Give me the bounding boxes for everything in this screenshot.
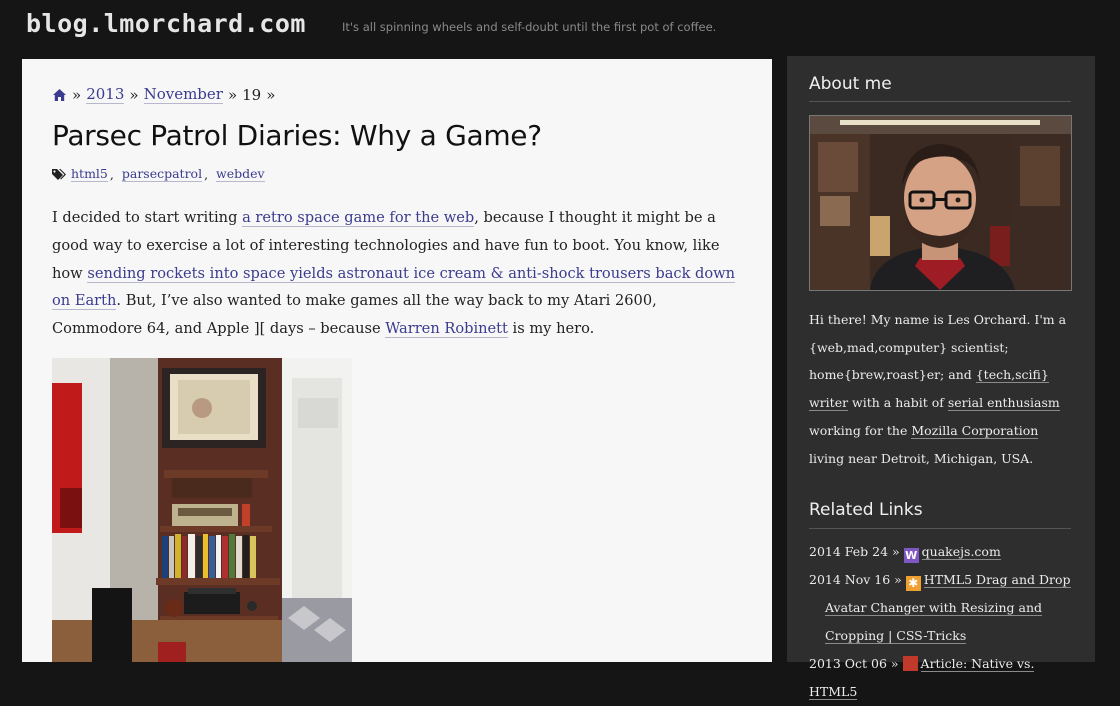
list-item: 2014 Nov 16 » ✱ HTML5 Drag and Drop Avata…	[809, 566, 1071, 650]
related-date: 2014 Feb 24 »	[809, 544, 900, 559]
related-link-html5-drag-drop-cont[interactable]: Avatar Changer with Resizing and Croppin…	[825, 600, 1043, 644]
tag-link-webdev[interactable]: webdev	[216, 166, 265, 182]
red-favicon-icon	[902, 656, 918, 671]
retro-space-game-link[interactable]: a retro space game for the web	[242, 209, 475, 227]
author-photo	[809, 115, 1072, 291]
tag-link-parsecpatrol[interactable]: parsecpatrol	[121, 166, 203, 182]
breadcrumb: » 2013 » November » 19 »	[52, 85, 275, 104]
list-item: 2013 Oct 06 » Article: Native vs. HTML5	[809, 650, 1071, 706]
w-favicon-icon: W	[903, 548, 919, 563]
breadcrumb-separator: »	[72, 85, 82, 104]
author-bio: Hi there! My name is Les Orchard. I'm a …	[809, 312, 1067, 466]
serial-enthusiasm-link[interactable]: serial enthusiasm	[947, 395, 1060, 412]
tag-link-html5[interactable]: html5	[71, 166, 108, 182]
breadcrumb-separator: »	[227, 85, 238, 104]
related-links-list: 2014 Feb 24 » Wquakejs.com 2014 Nov 16 »…	[809, 538, 1071, 706]
post-body-paragraph: I decided to start writing a retro space…	[52, 209, 736, 339]
post-title: Parsec Patrol Diaries: Why a Game?	[52, 119, 542, 152]
star-favicon-icon: ✱	[905, 576, 921, 591]
home-icon[interactable]	[52, 88, 67, 102]
about-me-heading: About me	[809, 74, 892, 94]
main-content: » 2013 » November » 19 » Parsec Patrol D…	[22, 59, 772, 662]
related-divider	[809, 528, 1071, 529]
post-photo	[52, 358, 352, 662]
warren-robinett-link[interactable]: Warren Robinett	[385, 320, 508, 339]
about-divider	[809, 101, 1071, 102]
breadcrumb-year-link[interactable]: 2013	[86, 85, 125, 104]
related-link-html5-drag-drop[interactable]: HTML5 Drag and Drop	[923, 572, 1071, 588]
related-links-heading: Related Links	[809, 500, 923, 520]
related-date: 2013 Oct 06 »	[809, 656, 899, 671]
mozilla-corporation-link[interactable]: Mozilla Corporation	[911, 422, 1039, 439]
post-tags: html5, parsecpatrol, webdev	[52, 166, 265, 182]
site-header: blog.lmorchard.com It's all spinning whe…	[0, 0, 1120, 56]
sidebar: About me Hi there! My name is Les Orchar…	[787, 56, 1095, 700]
related-link-quakejs[interactable]: quakejs.com	[921, 544, 1001, 560]
breadcrumb-separator: »	[129, 85, 139, 104]
list-item: 2014 Feb 24 » Wquakejs.com	[809, 538, 1071, 566]
site-tagline: It's all spinning wheels and self-doubt …	[342, 20, 717, 34]
breadcrumb-separator: »	[266, 85, 276, 104]
breadcrumb-month-link[interactable]: November	[143, 85, 223, 104]
site-title[interactable]: blog.lmorchard.com	[26, 9, 306, 38]
breadcrumb-day: 19	[242, 85, 262, 104]
tags-icon	[52, 168, 67, 181]
related-date: 2014 Nov 16 »	[809, 572, 902, 587]
